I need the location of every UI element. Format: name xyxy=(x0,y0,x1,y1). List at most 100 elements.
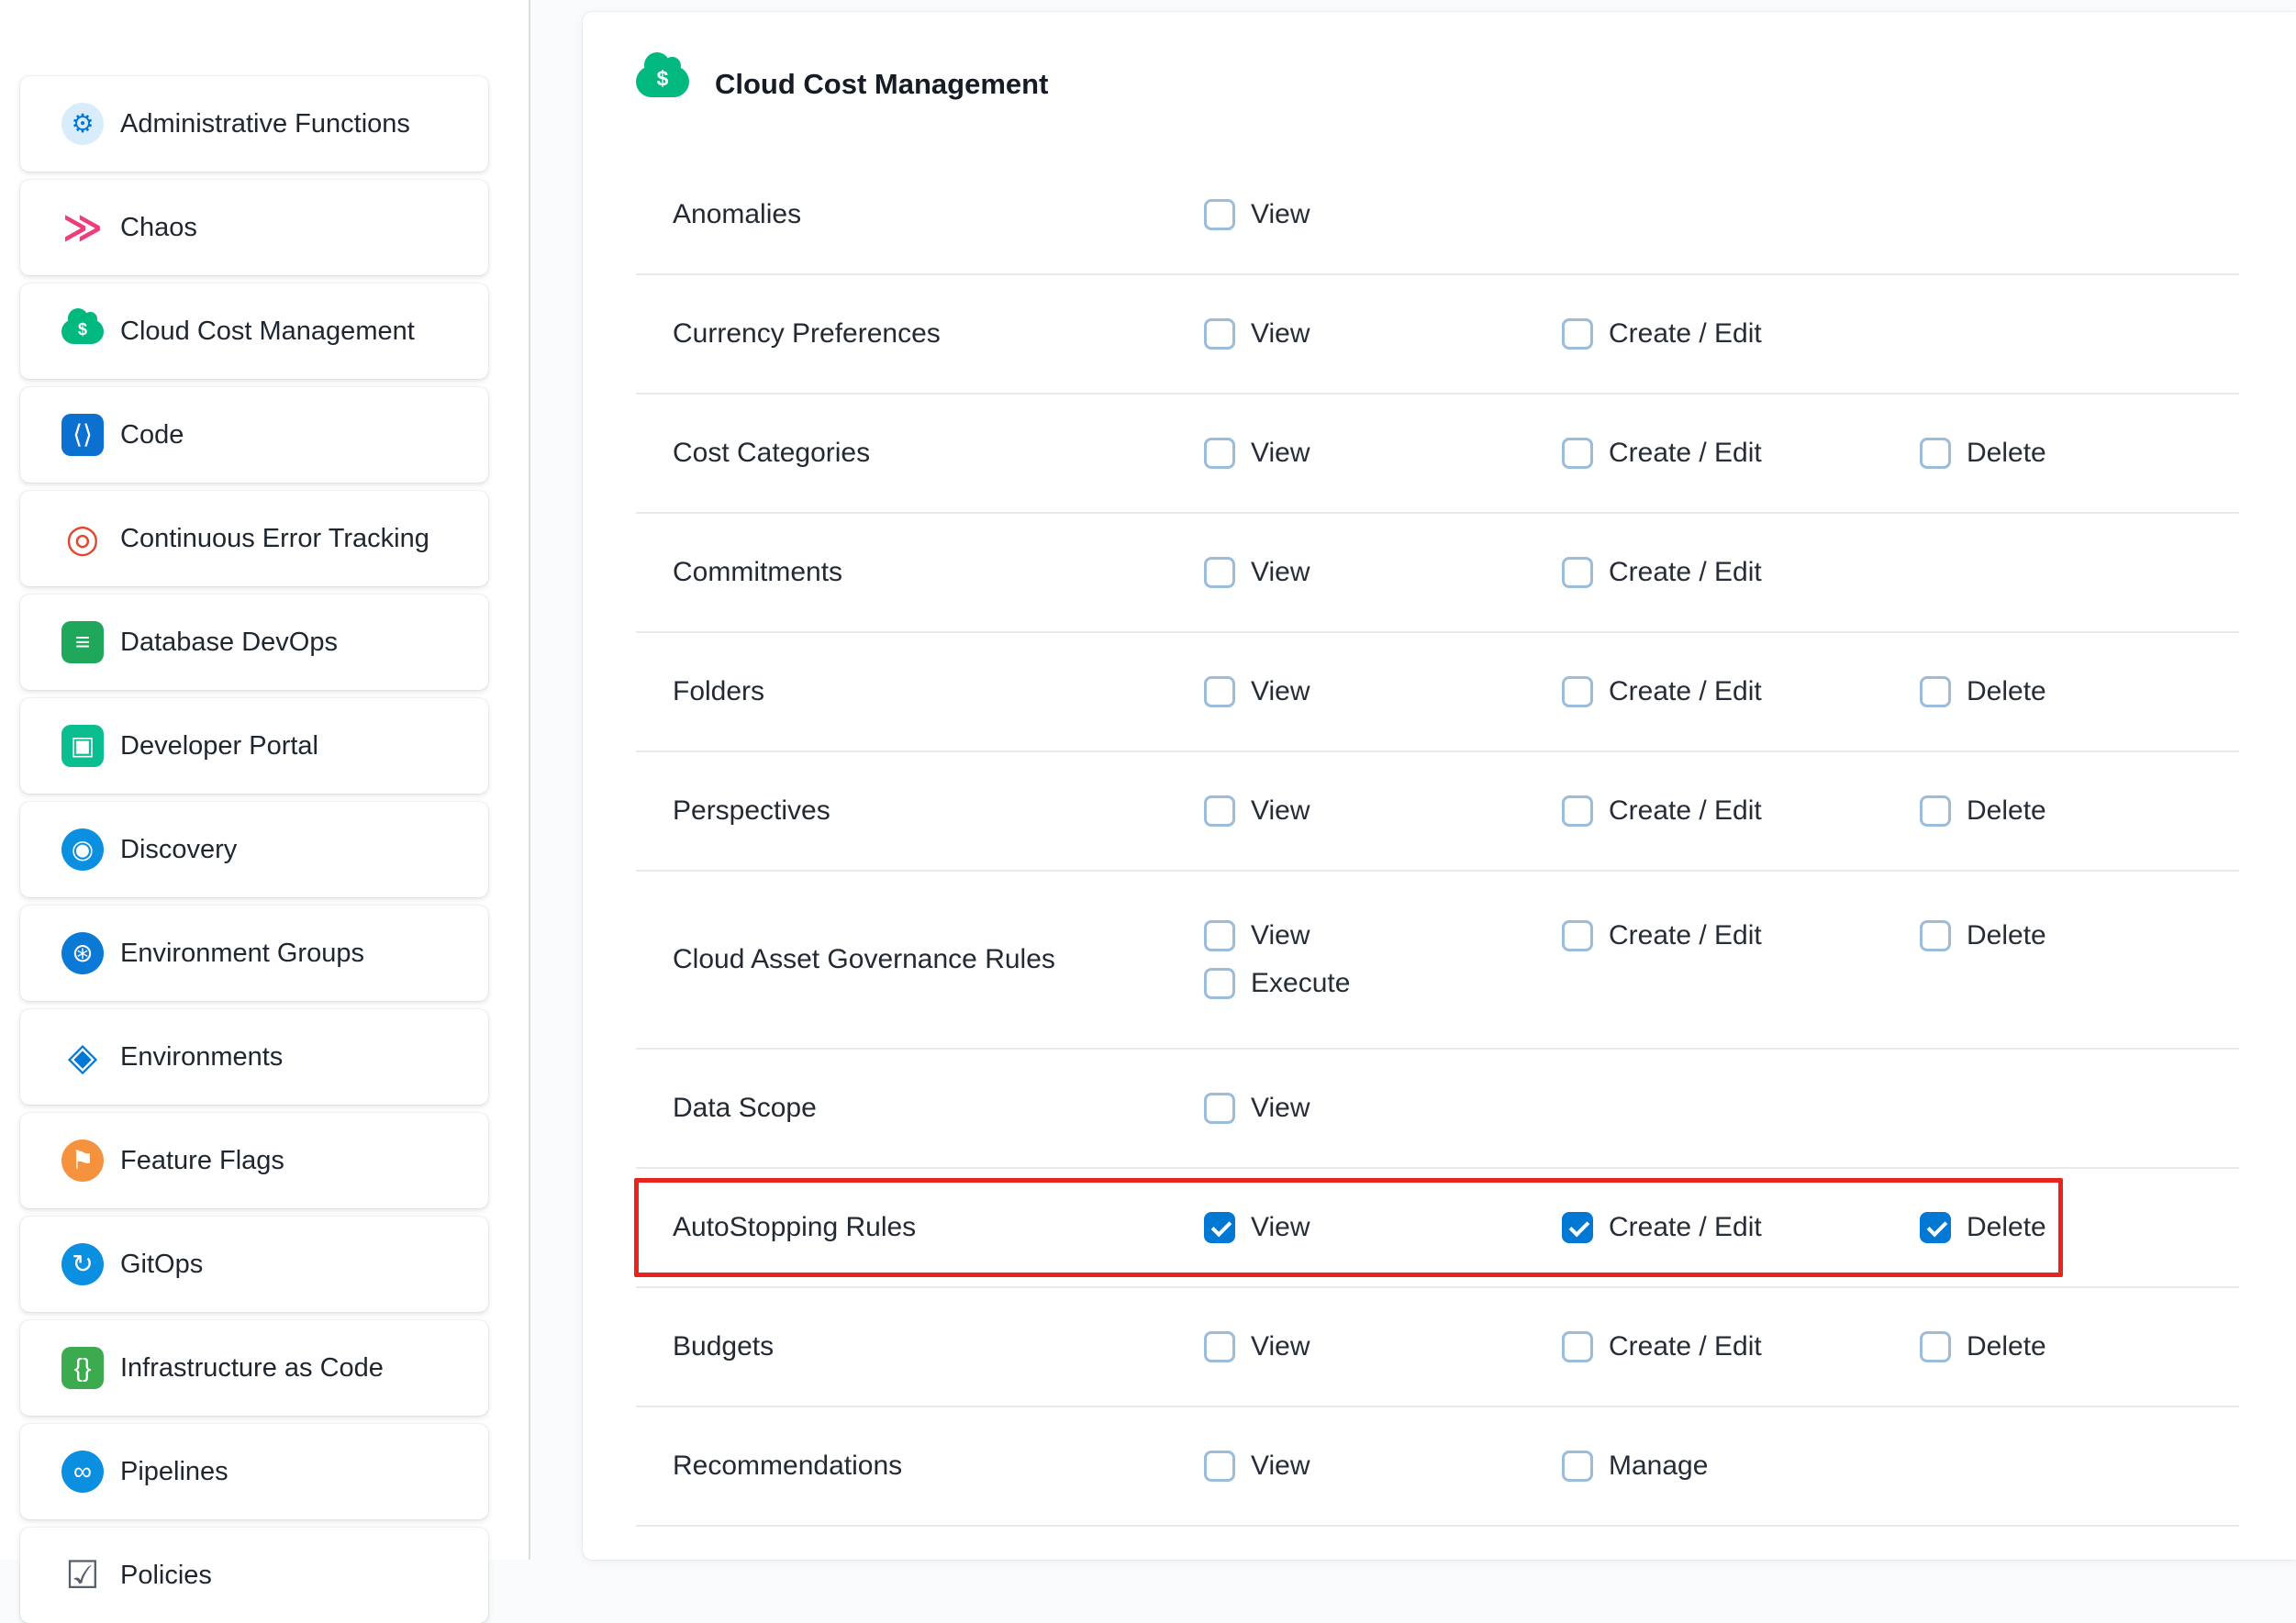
checkbox-unchecked[interactable] xyxy=(1204,438,1235,469)
permission-view[interactable]: View xyxy=(1204,676,1562,707)
permission-view[interactable]: View xyxy=(1204,438,1562,469)
checkbox-unchecked[interactable] xyxy=(1920,795,1951,827)
checkbox-unchecked[interactable] xyxy=(1204,968,1235,999)
sidebar-item-environment-groups[interactable]: ⊛ Environment Groups xyxy=(20,906,488,1001)
permission-delete[interactable]: Delete xyxy=(1920,920,2278,951)
permission-row-data-scope: Data Scope View xyxy=(636,1050,2239,1169)
checkbox-unchecked[interactable] xyxy=(1562,795,1593,827)
sidebar-item-developer-portal[interactable]: ▣ Developer Portal xyxy=(20,698,488,794)
checkbox-unchecked[interactable] xyxy=(1920,1331,1951,1362)
permission-view[interactable]: View xyxy=(1204,1093,1562,1124)
permission-delete[interactable]: Delete xyxy=(1920,1212,2278,1243)
permission-label: Delete xyxy=(1967,1331,2046,1362)
iac-braces-icon: {} xyxy=(61,1347,104,1389)
sidebar-item-code[interactable]: ⟨⟩ Code xyxy=(20,387,488,483)
sidebar-item-pipelines[interactable]: ∞ Pipelines xyxy=(20,1424,488,1519)
permission-view[interactable]: View xyxy=(1204,1212,1562,1243)
checkbox-unchecked[interactable] xyxy=(1562,557,1593,588)
checkbox-unchecked[interactable] xyxy=(1562,318,1593,350)
resource-label: Data Scope xyxy=(636,1093,1204,1124)
sidebar-item-label: Administrative Functions xyxy=(120,109,410,139)
checkbox-unchecked[interactable] xyxy=(1204,1093,1235,1124)
permission-view[interactable]: View xyxy=(1204,795,1562,827)
permission-delete[interactable]: Delete xyxy=(1920,676,2278,707)
permission-delete[interactable]: Delete xyxy=(1920,795,2278,827)
checkbox-unchecked[interactable] xyxy=(1204,1451,1235,1482)
dollar-glyph: $ xyxy=(78,321,87,338)
permission-create-edit[interactable]: Create / Edit xyxy=(1562,920,1920,951)
permission-cells: View Create / Edit Delete xyxy=(1204,1212,2278,1243)
cloud-dollar-icon: $ xyxy=(61,310,104,352)
permission-manage[interactable]: Manage xyxy=(1562,1451,1920,1482)
sidebar-item-label: Pipelines xyxy=(120,1457,228,1487)
checkbox-unchecked[interactable] xyxy=(1562,676,1593,707)
checkbox-unchecked[interactable] xyxy=(1920,920,1951,951)
checkbox-unchecked[interactable] xyxy=(1204,1331,1235,1362)
sidebar-item-continuous-error-tracking[interactable]: ◎ Continuous Error Tracking xyxy=(20,491,488,586)
permission-create-edit[interactable]: Create / Edit xyxy=(1562,1331,1920,1362)
permission-create-edit[interactable]: Create / Edit xyxy=(1562,318,1920,350)
permission-execute[interactable]: Execute xyxy=(1204,968,1562,999)
checkbox-unchecked[interactable] xyxy=(1562,1451,1593,1482)
permission-delete[interactable]: Delete xyxy=(1920,438,2278,469)
permission-view[interactable]: View xyxy=(1204,557,1562,588)
permission-cells: View Create / Edit Delete xyxy=(1204,1331,2278,1362)
sidebar-item-infrastructure-as-code[interactable]: {} Infrastructure as Code xyxy=(20,1320,488,1416)
sidebar-item-administrative-functions[interactable]: ⚙ Administrative Functions xyxy=(20,76,488,172)
checkbox-unchecked[interactable] xyxy=(1204,676,1235,707)
permission-cells: View Create / Edit Delete Execute xyxy=(1204,920,2278,999)
environment-groups-icon: ⊛ xyxy=(61,932,104,974)
permission-label: View xyxy=(1251,318,1310,350)
checkbox-unchecked[interactable] xyxy=(1204,199,1235,230)
permission-rows: Anomalies View Currency Preferences View… xyxy=(636,156,2239,1527)
resource-label: Folders xyxy=(636,676,1204,707)
checkbox-unchecked[interactable] xyxy=(1204,920,1235,951)
sidebar-item-discovery[interactable]: ◉ Discovery xyxy=(20,802,488,897)
checkbox-checked[interactable] xyxy=(1920,1212,1951,1243)
permission-label: View xyxy=(1251,1212,1310,1243)
permission-cells: View xyxy=(1204,199,2278,230)
permission-create-edit[interactable]: Create / Edit xyxy=(1562,795,1920,827)
checkbox-unchecked[interactable] xyxy=(1204,557,1235,588)
target-icon: ◎ xyxy=(61,517,104,560)
gear-icon: ⚙ xyxy=(61,103,104,145)
sidebar-item-environments[interactable]: ◈ Environments xyxy=(20,1009,488,1105)
checkbox-checked[interactable] xyxy=(1562,1212,1593,1243)
sidebar-item-chaos[interactable]: ≫ Chaos xyxy=(20,180,488,275)
checkbox-unchecked[interactable] xyxy=(1920,438,1951,469)
sidebar-item-database-devops[interactable]: ≡ Database DevOps xyxy=(20,595,488,690)
checkbox-unchecked[interactable] xyxy=(1920,676,1951,707)
checkbox-unchecked[interactable] xyxy=(1562,438,1593,469)
permission-create-edit[interactable]: Create / Edit xyxy=(1562,676,1920,707)
permission-view[interactable]: View xyxy=(1204,199,1562,230)
permission-create-edit[interactable]: Create / Edit xyxy=(1562,557,1920,588)
permission-row-anomalies: Anomalies View xyxy=(636,156,2239,275)
flag-icon: ⚑ xyxy=(61,1139,104,1182)
sidebar-item-policies[interactable]: ☑ Policies xyxy=(20,1528,488,1623)
permission-create-edit[interactable]: Create / Edit xyxy=(1562,438,1920,469)
gitops-loop-icon: ↻ xyxy=(61,1243,104,1285)
permission-cells: View Create / Edit Delete xyxy=(1204,676,2278,707)
sidebar-item-gitops[interactable]: ↻ GitOps xyxy=(20,1217,488,1312)
resource-label: Anomalies xyxy=(636,199,1204,230)
permission-label: Create / Edit xyxy=(1609,1331,1762,1362)
permission-label: Create / Edit xyxy=(1609,920,1762,951)
sidebar-item-label: Continuous Error Tracking xyxy=(120,524,429,554)
permission-view[interactable]: View xyxy=(1204,1331,1562,1362)
checkbox-checked[interactable] xyxy=(1204,1212,1235,1243)
permission-view[interactable]: View xyxy=(1204,1451,1562,1482)
modules-sidebar: ⚙ Administrative Functions ≫ Chaos $ Clo… xyxy=(0,0,530,1560)
sidebar-item-cloud-cost-management[interactable]: $ Cloud Cost Management xyxy=(20,283,488,379)
resource-label: Budgets xyxy=(636,1331,1204,1362)
permission-delete[interactable]: Delete xyxy=(1920,1331,2278,1362)
checkbox-unchecked[interactable] xyxy=(1204,795,1235,827)
checkbox-unchecked[interactable] xyxy=(1204,318,1235,350)
pipelines-icon: ∞ xyxy=(61,1451,104,1493)
permission-create-edit[interactable]: Create / Edit xyxy=(1562,1212,1920,1243)
sidebar-item-feature-flags[interactable]: ⚑ Feature Flags xyxy=(20,1113,488,1208)
permission-row-perspectives: Perspectives View Create / Edit Delete xyxy=(636,752,2239,872)
checkbox-unchecked[interactable] xyxy=(1562,920,1593,951)
checkbox-unchecked[interactable] xyxy=(1562,1331,1593,1362)
permission-view[interactable]: View xyxy=(1204,318,1562,350)
permission-view[interactable]: View xyxy=(1204,920,1562,951)
